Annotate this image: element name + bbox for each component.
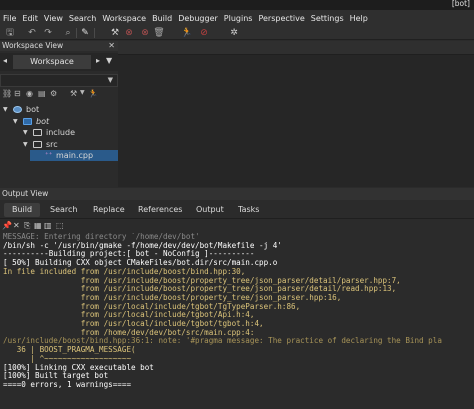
toolbar-separator [94,28,95,38]
main-toolbar: 🖫 ↶ ↷ ⌕ ✎ ⚒ ⊗ ⊗ 🗑 🏃 ⊘ ✲ [0,26,474,40]
workspace-icon [13,106,22,113]
run-icon[interactable]: 🏃 [88,89,98,98]
redo-icon[interactable]: ↷ [42,27,54,39]
expand-arrow-icon[interactable]: ▼ [23,139,28,150]
collapse-all-icon[interactable]: ⊟ [14,89,21,98]
tab-scroll-left-icon[interactable]: ◂ [3,56,7,65]
window-title: [bot] [451,0,470,8]
tree-item-src[interactable]: ▼ src [0,139,118,150]
tree-item-bot[interactable]: ▼ bot [0,104,118,115]
tab-references[interactable]: References [130,203,190,217]
tab-output[interactable]: Output [188,203,232,217]
toolbar-separator [76,28,77,38]
clear-icon[interactable]: ✕ [13,221,20,230]
tab-tasks[interactable]: Tasks [230,203,267,217]
output-toolbar: 📌 ✕ ⎘ ▦ ▥ ⬚ [0,221,474,233]
menu-search[interactable]: Search [69,14,102,23]
pencil-icon[interactable]: ✎ [79,27,91,39]
debugger-bug-icon[interactable]: ✲ [228,27,240,39]
folder-icon [33,129,42,136]
cpp-file-icon: ⁺⁺ [45,151,53,159]
chevron-down-icon[interactable]: ▼ [80,89,85,96]
editor-tab-strip [118,41,474,55]
tree-item-bot[interactable]: ▼ bot [0,116,118,127]
menu-build[interactable]: Build [152,14,178,23]
menu-view[interactable]: View [44,14,69,23]
expand-arrow-icon[interactable]: ▼ [3,104,8,115]
stop-icon[interactable]: ⬚ [56,221,64,230]
undo-icon[interactable]: ↶ [26,27,38,39]
output-line: ====0 errors, 1 warnings==== [3,379,132,389]
tab-workspace[interactable]: Workspace [13,55,91,69]
stop-icon[interactable]: ⊗ [139,27,151,39]
menu-debugger[interactable]: Debugger [178,14,224,23]
tree-item-label: include [46,128,75,137]
close-icon[interactable]: ✕ [108,41,115,51]
tab-search[interactable]: Search [42,203,85,217]
tree-item-label: main.cpp [56,151,94,160]
settings-icon[interactable]: ⚙ [50,89,57,98]
build-output-text: MESSAGE: Entering directory `/home/dev/b… [0,233,474,409]
workspace-view-title-text: Workspace View [2,41,64,50]
wrap-icon[interactable]: ▥ [44,221,52,230]
workspace-view: Workspace View ✕ ◂ Workspace ▸ ▼ ▼ ⛓ ⊟ ◉… [0,41,118,187]
tree-item-main-cpp[interactable]: ⁺⁺ main.cpp [30,150,118,161]
run-icon[interactable]: 🏃 [181,27,193,39]
menu-edit[interactable]: Edit [22,14,44,23]
tab-scroll-right-icon[interactable]: ▸ [96,56,100,65]
menu-bar: File Edit View Search Workspace Build Debugger… [0,10,474,26]
goto-active-icon[interactable]: ◉ [26,89,33,98]
build-hammer-icon[interactable]: ⚒ [109,27,121,39]
folder-icon [33,140,42,148]
menu-plugins[interactable]: Plugins [224,14,259,23]
save-icon[interactable]: 🖫 [4,27,16,39]
tab-menu-icon[interactable]: ▼ [106,56,112,65]
menu-file[interactable]: File [3,14,22,23]
editor-area [118,41,474,187]
output-view-title: Output View [0,188,474,200]
project-folder-icon [23,117,32,125]
title-bar: [bot] [0,0,474,10]
tree-item-label: bot [36,116,50,126]
find-icon[interactable]: ⌕ [62,27,74,39]
menu-help[interactable]: Help [350,14,374,23]
clean-icon[interactable]: 🗑 [153,27,165,39]
output-tab-strip: Build Search Replace References Output Tasks [0,200,474,219]
stop-run-icon[interactable]: ⊘ [198,27,210,39]
tab-build[interactable]: Build [4,203,41,217]
workspace-icon-bar: ⛓ ⊟ ◉ ▤ ⚙ ⚒ ▼ 🏃 [0,89,118,101]
tab-replace[interactable]: Replace [85,203,133,217]
menu-perspective[interactable]: Perspective [258,14,310,23]
paste-icon[interactable]: ▦ [34,221,42,230]
menu-settings[interactable]: Settings [311,14,350,23]
tree-item-include[interactable]: ▼ include [0,127,118,138]
configuration-select[interactable]: ▼ [0,74,118,87]
chevron-down-icon: ▼ [107,76,113,84]
tree-item-label: bot [26,105,40,114]
copy-icon[interactable]: ⎘ [24,221,30,231]
file-icon[interactable]: ▤ [38,89,46,98]
workspace-tab-strip: ◂ Workspace ▸ ▼ [0,53,118,71]
menu-workspace[interactable]: Workspace [102,14,152,23]
build-hammer-icon[interactable]: ⚒ [70,89,77,98]
expand-arrow-icon[interactable]: ▼ [13,116,18,127]
expand-arrow-icon[interactable]: ▼ [23,127,28,138]
tree-item-label: src [46,139,58,149]
link-editor-icon[interactable]: ⛓ [2,89,12,98]
workspace-view-title: Workspace View ✕ [0,41,118,51]
stop-build-icon[interactable]: ⊗ [123,27,135,39]
pin-icon[interactable]: 📌 [2,221,12,230]
